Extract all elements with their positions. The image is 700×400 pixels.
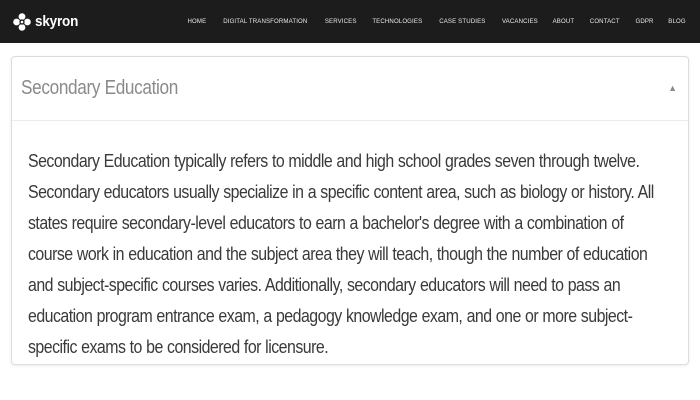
nav-item-technologies[interactable]: TECHNOLOGIES [366,18,429,25]
top-navbar: skyron HOME DIGITAL TRANSFORMATION SERVI… [0,0,700,43]
accordion-header[interactable]: Secondary Education ▲ [12,57,688,121]
nav-item-about[interactable]: ABOUT [546,18,581,25]
flower-logo-icon [12,12,32,32]
main-nav-menu: HOME DIGITAL TRANSFORMATION SERVICES TEC… [180,18,688,25]
nav-item-contact[interactable]: CONTACT [583,18,626,25]
nav-item-vacancies[interactable]: VACANCIES [495,18,544,25]
nav-item-home[interactable]: HOME [181,18,213,25]
nav-item-case-studies[interactable]: CASE STUDIES [432,18,492,25]
caret-up-icon[interactable]: ▲ [668,84,677,93]
accordion-panel: Secondary Education ▲ Secondary Educatio… [11,56,689,365]
nav-item-blog[interactable]: BLOG [661,18,685,25]
accordion-body: Secondary Education typically refers to … [12,121,688,362]
accordion-body-text: Secondary Education typically refers to … [28,150,654,357]
brand-name: skyron [35,13,79,30]
nav-item-digital-transformation[interactable]: DIGITAL TRANSFORMATION [217,18,315,25]
nav-item-gdpr[interactable]: GDPR [628,18,659,25]
nav-item-services[interactable]: SERVICES [318,18,363,25]
accordion-title: Secondary Education [21,77,178,99]
brand-home-link[interactable]: skyron [12,12,83,32]
